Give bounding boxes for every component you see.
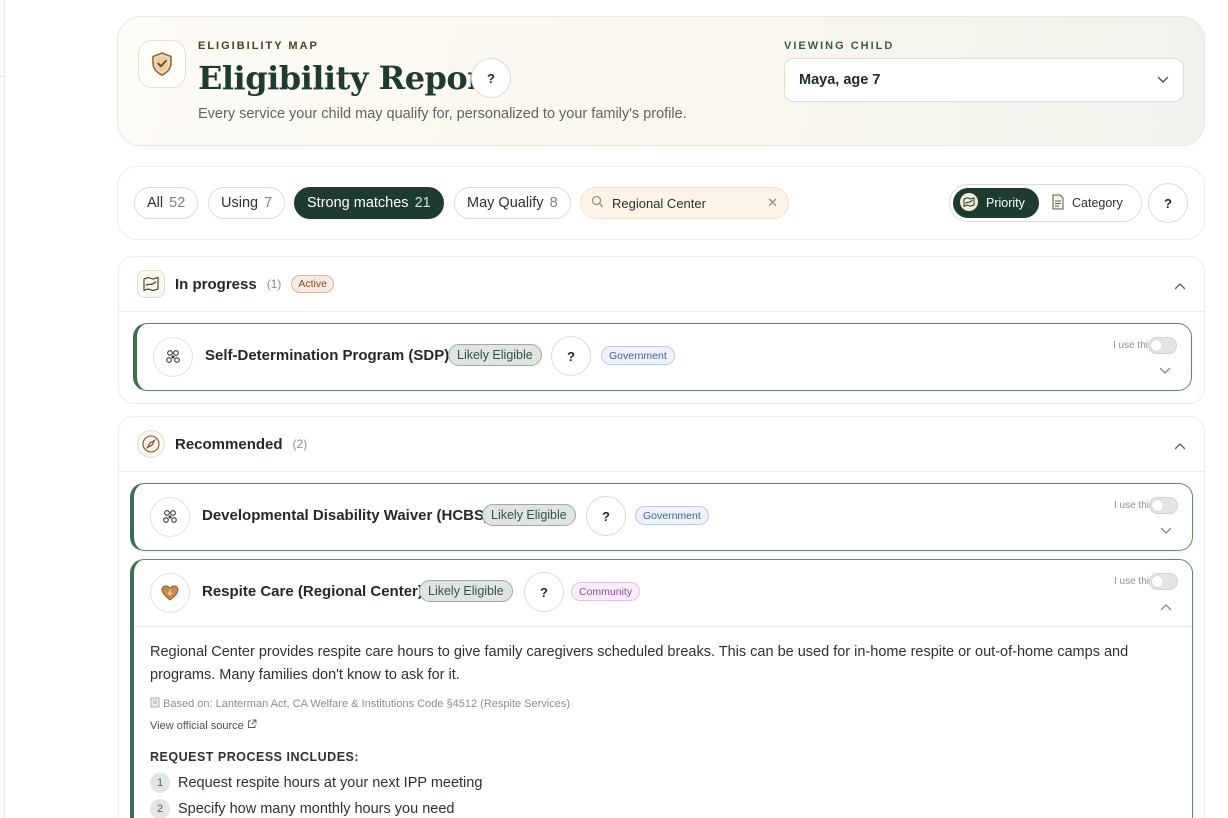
page-title: Eligibility Report: [198, 59, 498, 97]
service-name: Self-Determination Program (SDP): [205, 347, 450, 364]
chip-label: All: [147, 195, 164, 211]
step-number: 1: [150, 773, 170, 793]
use-toggle[interactable]: [1149, 497, 1178, 514]
filter-chip-using[interactable]: Using 7: [208, 187, 286, 219]
rail-divider: [0, 76, 5, 77]
process-step: 1 Request respite hours at your next IPP…: [150, 773, 482, 793]
filter-chip-strong-matches[interactable]: Strong matches 21: [294, 187, 444, 219]
chevron-up-icon[interactable]: [1174, 277, 1186, 295]
chip-label: May Qualify: [467, 195, 544, 211]
chip-label: Using: [221, 195, 259, 211]
filter-bar: All 52 Using 7 Strong matches 21 May Qua…: [117, 166, 1205, 240]
filter-help-button[interactable]: ?: [1148, 183, 1188, 223]
section-title: In progress: [175, 275, 257, 293]
people-group-icon: [153, 337, 193, 377]
search-box: ✕: [580, 187, 789, 219]
eyebrow-label: ELIGIBILITY MAP: [198, 40, 319, 52]
heart-icon: [150, 573, 190, 613]
shield-check-icon: [138, 40, 186, 88]
section-count: (1): [266, 277, 282, 291]
service-help-button[interactable]: ?: [551, 336, 591, 376]
sort-category-button[interactable]: Category: [1045, 188, 1139, 218]
service-help-button[interactable]: ?: [586, 496, 626, 536]
chip-label: Strong matches: [307, 195, 409, 211]
step-number: 2: [150, 799, 170, 818]
section-header[interactable]: In progress (1) Active: [119, 257, 1204, 312]
service-description: Regional Center provides respite care ho…: [150, 644, 1129, 683]
chevron-down-icon[interactable]: [1159, 362, 1171, 380]
process-heading: REQUEST PROCESS INCLUDES:: [150, 750, 360, 764]
external-link-icon: [247, 719, 257, 732]
sort-option-label: Priority: [986, 196, 1025, 210]
source-link-label: View official source: [150, 719, 244, 732]
search-input[interactable]: [612, 195, 752, 211]
section-header[interactable]: Recommended (2): [119, 417, 1204, 472]
chip-count: 52: [169, 195, 186, 211]
step-text: Specify how many monthly hours you need: [178, 801, 455, 817]
chip-count: 8: [549, 195, 558, 211]
book-icon: [150, 697, 160, 711]
use-toggle-label: I use this: [1113, 576, 1154, 587]
chip-count: 21: [414, 195, 431, 211]
sort-toggle: Priority Category: [949, 184, 1142, 222]
chevron-down-icon: [1157, 72, 1169, 88]
page-subtitle: Every service your child may qualify for…: [198, 106, 687, 122]
category-tag: Government: [601, 346, 675, 365]
service-name: Developmental Disability Waiver (HCBS): [202, 507, 490, 524]
step-text: Request respite hours at your next IPP m…: [178, 775, 483, 791]
service-name: Respite Care (Regional Center): [202, 583, 423, 600]
use-toggle[interactable]: [1148, 337, 1177, 354]
report-header: ELIGIBILITY MAP Eligibility Report ? Eve…: [117, 16, 1205, 146]
chip-count: 7: [264, 195, 273, 211]
category-tag: Government: [635, 506, 709, 525]
category-tag: Community: [571, 582, 641, 601]
people-group-icon: [150, 497, 190, 537]
eligibility-badge: Likely Eligible: [482, 504, 576, 526]
title-help-button[interactable]: ?: [471, 58, 511, 98]
chevron-down-icon[interactable]: [1160, 522, 1172, 540]
viewing-child-label: VIEWING CHILD: [784, 40, 895, 52]
eligibility-badge: Likely Eligible: [448, 344, 542, 366]
filter-chip-all[interactable]: All 52: [134, 187, 199, 219]
clear-search-icon[interactable]: ✕: [767, 195, 778, 211]
service-card-expanded[interactable]: Respite Care (Regional Center) Likely El…: [130, 559, 1193, 818]
process-step: 2 Specify how many monthly hours you nee…: [150, 799, 454, 818]
document-icon: [1051, 194, 1065, 213]
section-recommended: Recommended (2) Developmental Disability…: [118, 416, 1205, 818]
service-details: Regional Center provides respite care ho…: [134, 626, 1192, 818]
section-count: (2): [292, 437, 308, 451]
chevron-up-icon[interactable]: [1160, 598, 1172, 616]
service-card[interactable]: Developmental Disability Waiver (HCBS) L…: [130, 483, 1193, 551]
status-badge: Active: [291, 275, 334, 293]
use-toggle-label: I use this: [1112, 340, 1153, 351]
section-in-progress: In progress (1) Active Self-Determinatio…: [118, 256, 1205, 404]
map-icon: [137, 270, 165, 298]
service-card[interactable]: Self-Determination Program (SDP) Likely …: [133, 323, 1192, 391]
map-icon: [959, 192, 979, 215]
eligibility-badge: Likely Eligible: [419, 580, 513, 602]
chevron-up-icon[interactable]: [1174, 437, 1186, 455]
official-source-link[interactable]: View official source: [150, 719, 257, 732]
sort-option-label: Category: [1072, 196, 1123, 210]
sort-priority-button[interactable]: Priority: [953, 188, 1039, 218]
use-toggle-label: I use this: [1113, 500, 1154, 511]
section-title: Recommended: [175, 435, 283, 453]
filter-chip-may-qualify[interactable]: May Qualify 8: [454, 187, 571, 219]
use-toggle[interactable]: [1149, 573, 1178, 590]
search-icon: [591, 195, 604, 211]
legal-basis-text: Based on: Lanterman Act, CA Welfare & In…: [163, 698, 571, 710]
compass-icon: [137, 430, 165, 458]
legal-basis: Based on: Lanterman Act, CA Welfare & In…: [150, 697, 570, 711]
child-selector-value: Maya, age 7: [799, 72, 881, 88]
left-rail: [0, 0, 5, 818]
service-help-button[interactable]: ?: [524, 572, 564, 612]
child-selector[interactable]: Maya, age 7: [784, 58, 1184, 102]
